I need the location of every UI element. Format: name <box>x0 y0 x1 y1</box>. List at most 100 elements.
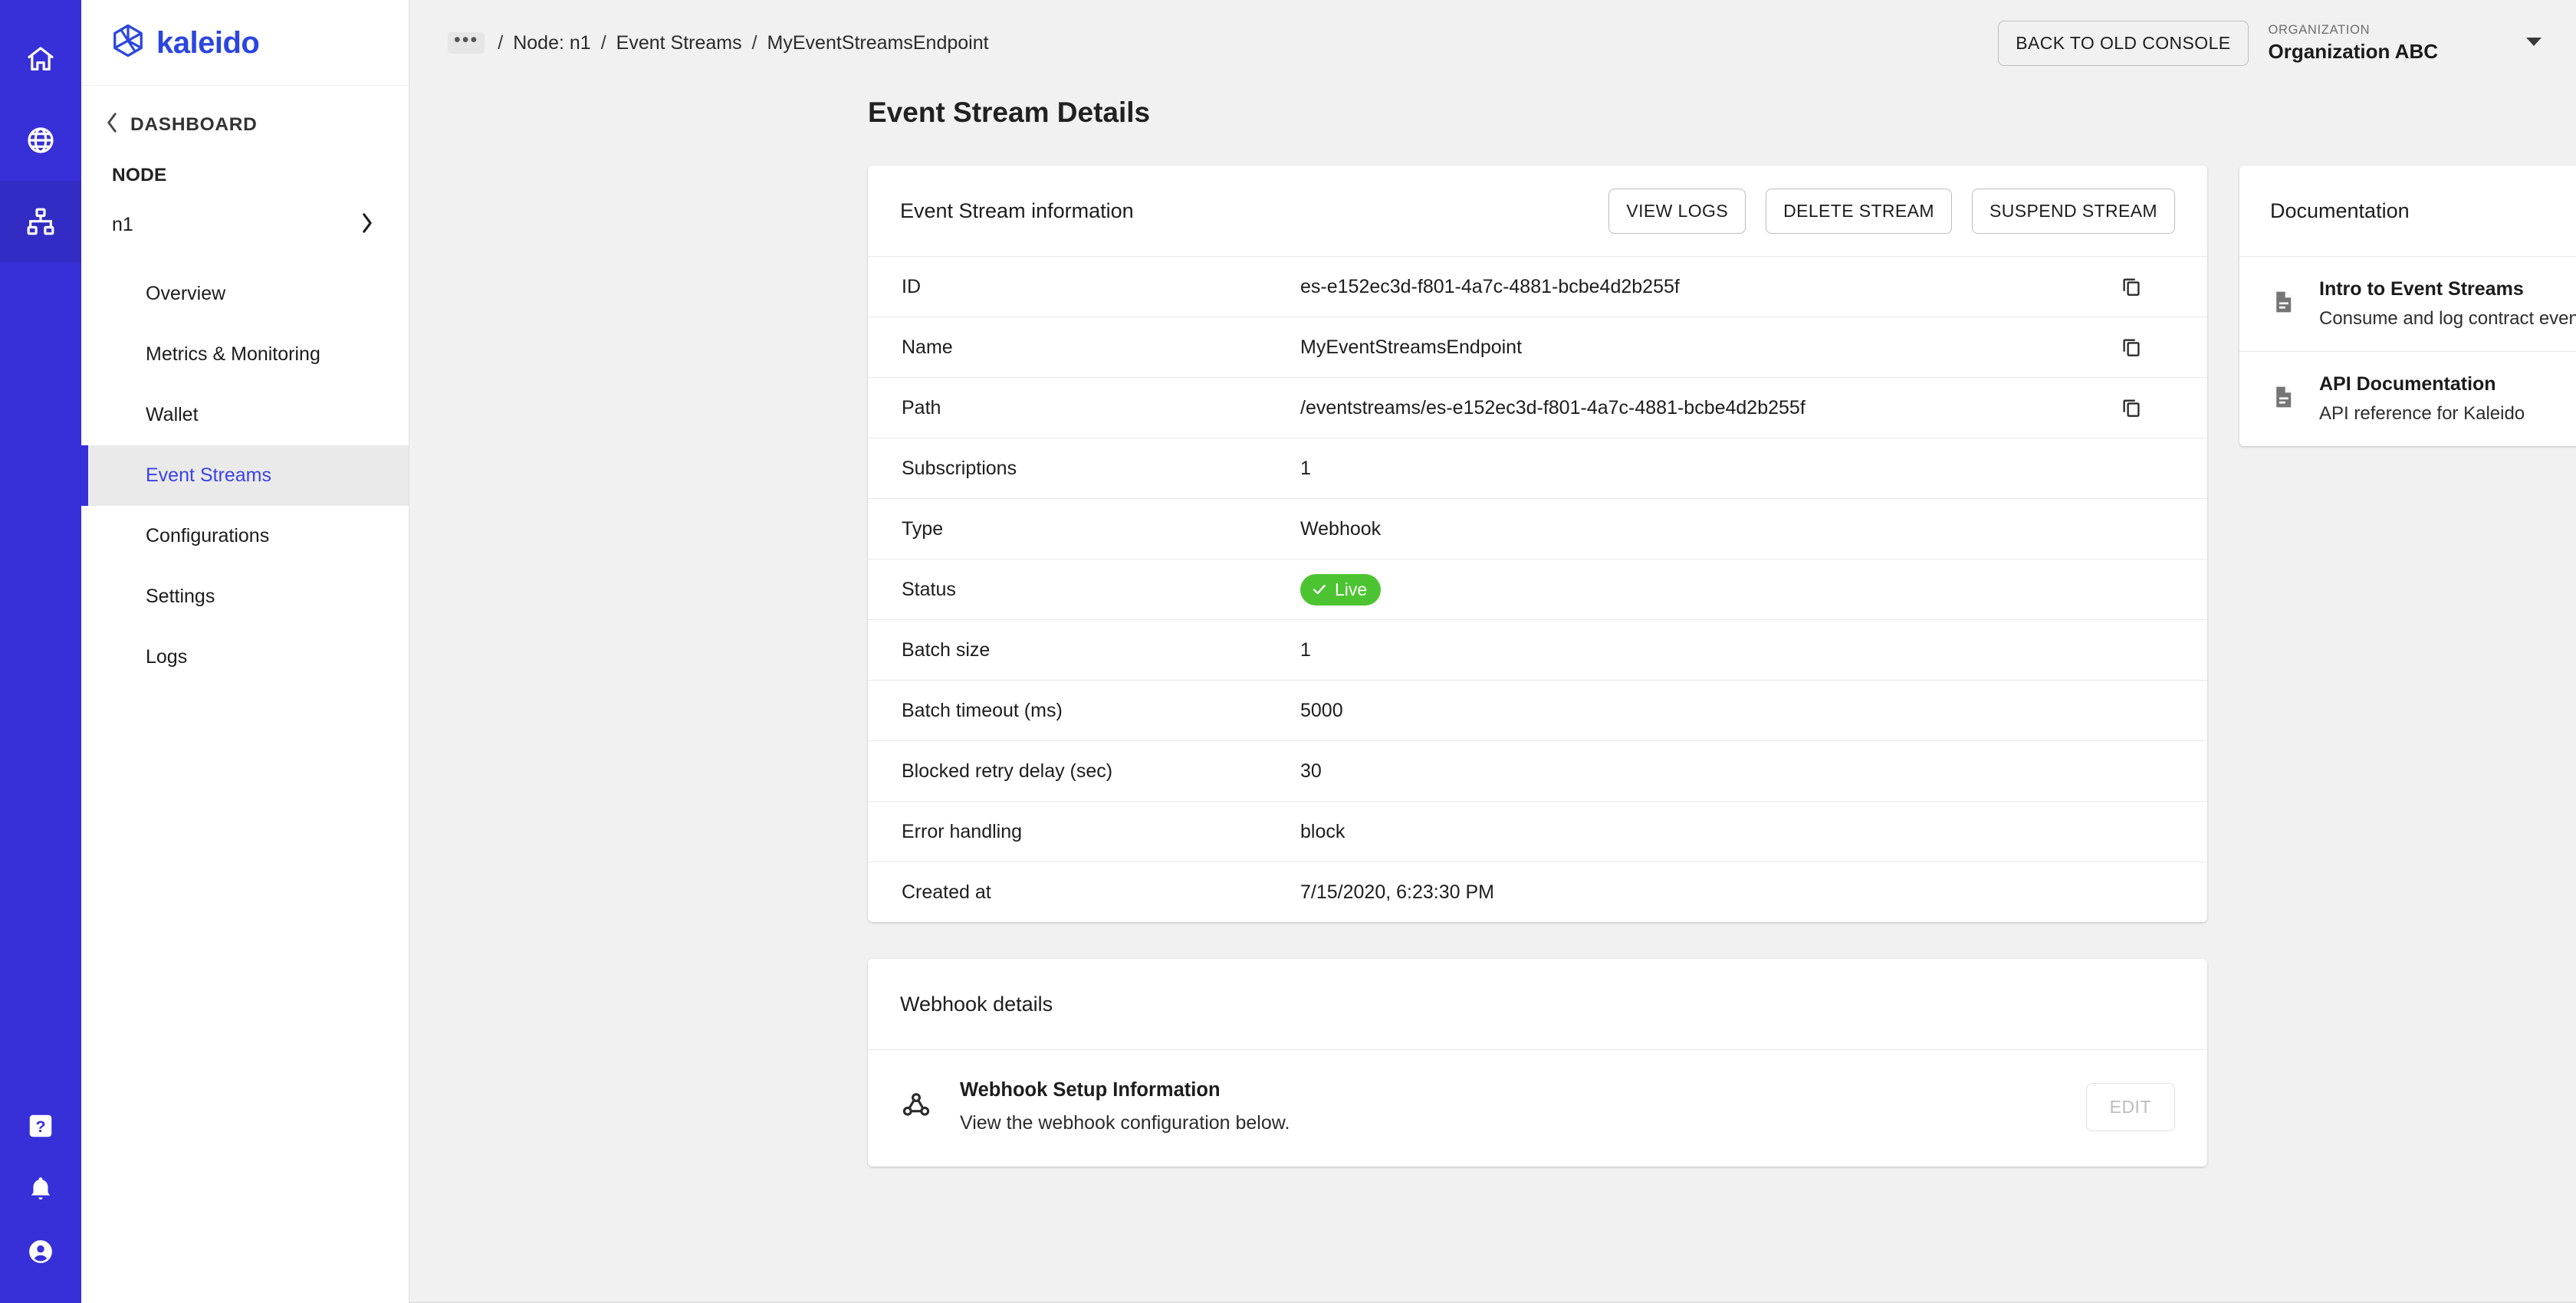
breadcrumb-item-event-streams[interactable]: Event Streams <box>616 32 742 54</box>
breadcrumb-separator: / <box>751 31 757 54</box>
view-logs-button[interactable]: VIEW LOGS <box>1608 188 1746 234</box>
organization-name: Organization ABC <box>2268 39 2438 63</box>
sidebar-item-label: Metrics & Monitoring <box>146 343 320 365</box>
row-label: Type <box>902 517 944 540</box>
documentation-title: Documentation <box>2270 199 2410 222</box>
row-label: Batch size <box>902 638 991 661</box>
table-row: Subscriptions 1 <box>868 438 2207 498</box>
breadcrumb: ••• / Node: n1 / Event Streams / MyEvent… <box>448 31 989 54</box>
event-stream-information-card: Event Stream information VIEW LOGS DELET… <box>868 166 2207 922</box>
nodes-icon <box>25 206 56 237</box>
row-value: 5000 <box>1300 699 1343 721</box>
brand-logo[interactable]: kaleido <box>81 0 409 86</box>
rail-bottom-group: ? <box>0 1095 81 1303</box>
row-value: block <box>1300 820 1346 842</box>
top-bar: ••• / Node: n1 / Event Streams / MyEvent… <box>409 0 2576 86</box>
dashboard-back-link[interactable]: DASHBOARD <box>81 86 409 157</box>
sidebar-item-label: Configurations <box>146 525 270 546</box>
sidebar-item-label: Logs <box>146 646 188 668</box>
row-label: Created at <box>902 881 991 903</box>
app-root: ? kaleido DASHBOARD NODE n1 Overview Met… <box>0 0 2576 1303</box>
webhook-setup-subtitle: View the webhook configuration below. <box>960 1112 1290 1134</box>
card-header-actions: VIEW LOGS DELETE STREAM SUSPEND STREAM <box>1608 188 2175 234</box>
documentation-item-texts: Intro to Event Streams Consume and log c… <box>2319 278 2576 330</box>
suspend-stream-button[interactable]: SUSPEND STREAM <box>1971 188 2175 234</box>
sidebar-item-label: Overview <box>146 283 226 304</box>
sidebar-section-label: NODE <box>112 165 167 185</box>
back-to-old-console-button[interactable]: BACK TO OLD CONSOLE <box>1998 20 2249 66</box>
delete-stream-button[interactable]: DELETE STREAM <box>1766 188 1952 234</box>
rail-item-help[interactable]: ? <box>0 1095 81 1157</box>
table-row: Error handling block <box>868 801 2207 862</box>
table-row: Name MyEventStreamsEndpoint <box>868 317 2207 377</box>
chevron-right-icon <box>360 212 375 238</box>
rail-item-account[interactable] <box>0 1220 81 1283</box>
sidebar-node-name: n1 <box>112 214 133 235</box>
table-row: Created at 7/15/2020, 6:23:30 PM <box>868 862 2207 922</box>
rail-item-networks[interactable] <box>0 100 81 181</box>
top-bar-right: BACK TO OLD CONSOLE ORGANIZATION Organiz… <box>1998 20 2542 66</box>
rail-item-home[interactable] <box>0 18 81 100</box>
documentation-item-title: API Documentation <box>2319 373 2496 395</box>
primary-rail: ? <box>0 0 81 1303</box>
sidebar-item-configurations[interactable]: Configurations <box>81 506 409 566</box>
row-label: ID <box>902 275 921 297</box>
card-title: Webhook details <box>900 992 1053 1016</box>
documentation-card: Documentation Intro to Event Streams Con… <box>2239 166 2576 446</box>
edit-button[interactable]: EDIT <box>2085 1082 2175 1131</box>
sidebar-item-event-streams[interactable]: Event Streams <box>81 445 409 506</box>
documentation-item-subtitle: API reference for Kaleido <box>2319 403 2525 424</box>
documentation-item-intro-to-event-streams[interactable]: Intro to Event Streams Consume and log c… <box>2239 256 2576 351</box>
sidebar-item-logs[interactable]: Logs <box>81 627 409 688</box>
row-label: Error handling <box>902 820 1023 842</box>
row-value-badge: Live <box>1300 573 2177 606</box>
dashboard-label: DASHBOARD <box>130 113 258 135</box>
breadcrumb-item-current: MyEventStreamsEndpoint <box>767 31 989 54</box>
document-icon <box>2270 289 2296 319</box>
chevron-left-icon <box>104 112 120 137</box>
status-badge-label: Live <box>1335 579 1368 599</box>
webhook-icon <box>900 1089 932 1125</box>
row-value: /eventstreams/es-e152ec3d-f801-4a7c-4881… <box>1300 396 1806 418</box>
row-value: Webhook <box>1300 517 1382 540</box>
sidebar-node-selector[interactable]: n1 <box>81 186 409 264</box>
copy-icon[interactable] <box>2120 275 2177 298</box>
account-icon <box>26 1237 55 1266</box>
breadcrumb-overflow-button[interactable]: ••• <box>448 31 485 54</box>
sidebar-item-label: Wallet <box>146 404 199 425</box>
sidebar-item-wallet[interactable]: Wallet <box>81 385 409 445</box>
documentation-item-title: Intro to Event Streams <box>2319 278 2524 300</box>
breadcrumb-item-node[interactable]: Node: n1 <box>513 32 590 54</box>
secondary-sidebar: kaleido DASHBOARD NODE n1 Overview Metri… <box>81 0 409 1303</box>
sidebar-item-metrics-monitoring[interactable]: Metrics & Monitoring <box>81 324 409 385</box>
help-icon: ? <box>26 1111 55 1141</box>
sidebar-item-settings[interactable]: Settings <box>81 566 409 627</box>
status-badge: Live <box>1300 573 1382 606</box>
chevron-down-icon[interactable] <box>2525 36 2542 51</box>
documentation-item-api-documentation[interactable]: API Documentation API reference for Kale… <box>2239 351 2576 446</box>
sidebar-item-overview[interactable]: Overview <box>81 264 409 324</box>
content-area: Event Stream information VIEW LOGS DELET… <box>409 129 2576 1167</box>
organization-selector[interactable]: ORGANIZATION Organization ABC <box>2269 23 2438 64</box>
copy-icon[interactable] <box>2120 396 2177 419</box>
brand-wordmark: kaleido <box>156 25 260 60</box>
home-icon <box>25 44 56 74</box>
documentation-item-subtitle: Consume and log contract events <box>2319 308 2576 329</box>
copy-icon[interactable] <box>2120 336 2177 359</box>
check-icon <box>1311 581 1328 598</box>
webhook-setup-title: Webhook Setup Information <box>960 1079 1221 1101</box>
sidebar-item-label: Event Streams <box>146 464 271 486</box>
webhook-setup-row: Webhook Setup Information View the webho… <box>868 1049 2207 1167</box>
breadcrumb-separator: / <box>600 31 606 54</box>
left-column: Event Stream information VIEW LOGS DELET… <box>868 166 2207 1167</box>
row-value: 1 <box>1300 638 1311 661</box>
table-row: Blocked retry delay (sec) 30 <box>868 740 2207 801</box>
row-value: es-e152ec3d-f801-4a7c-4881-bcbe4d2b255f <box>1300 275 1680 297</box>
sidebar-item-label: Settings <box>146 586 215 607</box>
card-header: Event Stream information VIEW LOGS DELET… <box>868 166 2207 256</box>
bell-icon <box>26 1174 55 1203</box>
row-label: Blocked retry delay (sec) <box>902 760 1113 782</box>
rail-top-group <box>0 0 81 262</box>
rail-item-notifications[interactable] <box>0 1157 81 1220</box>
rail-item-nodes[interactable] <box>0 181 81 262</box>
